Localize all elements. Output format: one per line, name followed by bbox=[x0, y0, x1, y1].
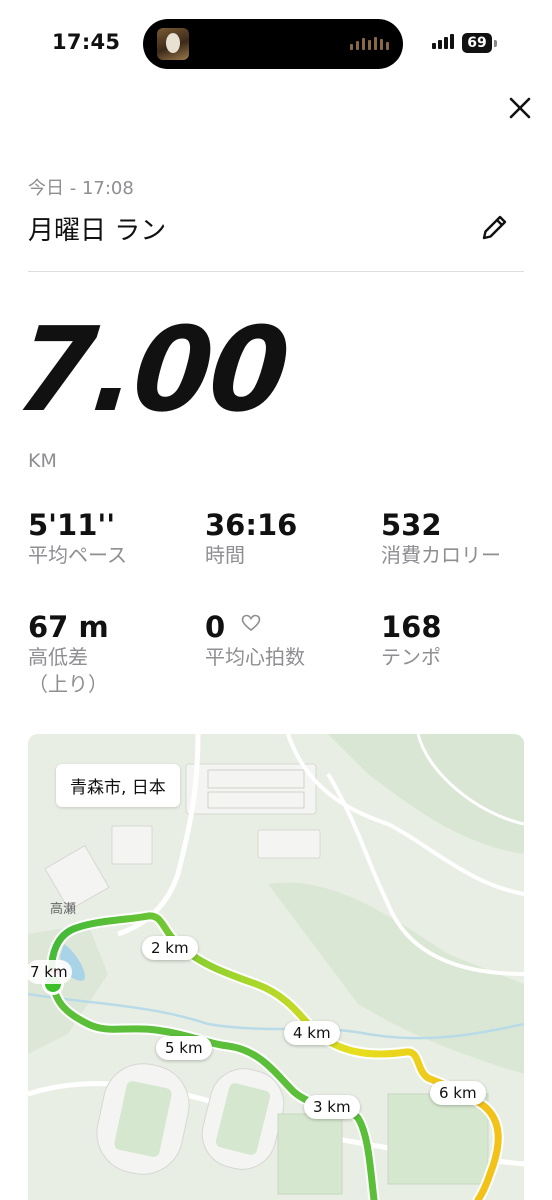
close-icon bbox=[509, 97, 531, 119]
map-location-label: 青森市, 日本 bbox=[56, 764, 180, 807]
stat-value: 5'11'' bbox=[28, 508, 116, 542]
now-playing-artwork bbox=[157, 28, 189, 60]
stat-heart-rate: 0 平均心拍数 bbox=[205, 610, 305, 671]
stat-duration: 36:16 時間 bbox=[205, 508, 297, 569]
stat-label: 消費カロリー bbox=[381, 543, 501, 567]
km-marker: 2 km bbox=[142, 936, 198, 960]
battery-icon: 69 bbox=[462, 33, 492, 53]
stat-label-sub: （上り） bbox=[28, 672, 108, 696]
stat-value: 0 bbox=[205, 610, 226, 644]
stat-avg-pace: 5'11'' 平均ペース bbox=[28, 508, 127, 569]
stat-label: テンポ bbox=[381, 645, 441, 669]
map-field bbox=[387, 1093, 489, 1185]
km-marker: 5 km bbox=[156, 1036, 212, 1060]
stat-label: 高低差 bbox=[28, 645, 88, 669]
dynamic-island[interactable] bbox=[143, 19, 403, 69]
edit-title-button[interactable] bbox=[476, 210, 512, 246]
distance-unit: KM bbox=[28, 450, 57, 472]
map-building bbox=[257, 829, 321, 859]
stat-value-row: 0 bbox=[205, 610, 305, 644]
km-marker: 6 km bbox=[430, 1081, 486, 1105]
map-building bbox=[111, 825, 153, 865]
stat-label: 平均ペース bbox=[28, 543, 127, 567]
map-area-label: 高瀬 bbox=[50, 902, 77, 917]
route-map[interactable]: 青森市, 日本 高瀬 2 km 4 km 5 km 3 km 6 km 7 km bbox=[28, 734, 524, 1200]
battery-cap bbox=[494, 40, 497, 47]
km-marker: 7 km bbox=[28, 960, 72, 984]
stat-cadence: 168 テンポ bbox=[381, 610, 442, 671]
cellular-signal-icon bbox=[432, 34, 454, 49]
stat-elevation: 67 m 高低差 （上り） bbox=[28, 610, 109, 698]
stat-calories: 532 消費カロリー bbox=[381, 508, 501, 569]
close-button[interactable] bbox=[504, 92, 536, 124]
map-field bbox=[277, 1113, 343, 1195]
status-time: 17:45 bbox=[52, 30, 121, 54]
stat-value: 532 bbox=[381, 508, 442, 542]
activity-title: 月曜日 ラン bbox=[28, 216, 167, 246]
header-divider bbox=[28, 271, 524, 272]
stat-value: 67 m bbox=[28, 610, 109, 644]
stat-value: 36:16 bbox=[205, 508, 298, 542]
km-marker: 4 km bbox=[284, 1021, 340, 1045]
heart-outline-icon bbox=[241, 614, 261, 632]
stat-label: 時間 bbox=[205, 543, 245, 567]
stat-value: 168 bbox=[381, 610, 442, 644]
pencil-icon bbox=[482, 215, 507, 240]
map-building bbox=[185, 763, 317, 815]
activity-date: 今日 - 17:08 bbox=[28, 178, 134, 199]
stat-label: 平均心拍数 bbox=[205, 645, 305, 669]
distance-value: 7.00 bbox=[10, 302, 294, 438]
audio-waveform-icon bbox=[350, 37, 389, 50]
km-marker: 3 km bbox=[304, 1095, 360, 1119]
